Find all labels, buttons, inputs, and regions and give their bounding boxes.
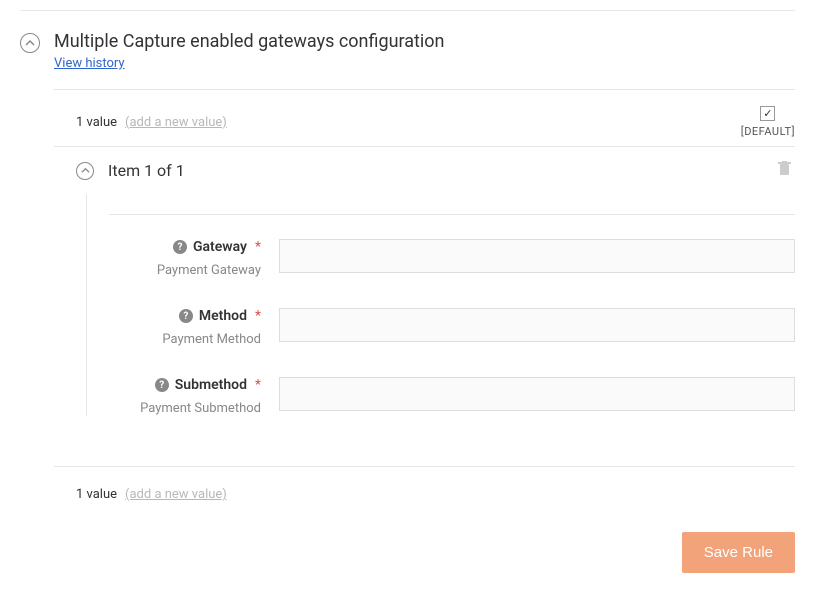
item-body: ? Gateway * Payment Gateway ? xyxy=(86,194,795,416)
view-history-link[interactable]: View history xyxy=(54,56,125,71)
default-label: [DEFAULT] xyxy=(741,125,795,138)
gateway-sublabel: Payment Gateway xyxy=(109,263,261,278)
item-title: Item 1 of 1 xyxy=(108,161,185,180)
add-value-link-top[interactable]: (add a new value) xyxy=(125,115,227,130)
section-title: Multiple Capture enabled gateways config… xyxy=(54,31,795,52)
gateway-input[interactable] xyxy=(279,239,795,273)
form-row-gateway: ? Gateway * Payment Gateway xyxy=(109,239,795,278)
form-row-submethod: ? Submethod * Payment Submethod xyxy=(109,377,795,416)
submethod-label: Submethod xyxy=(175,377,247,393)
item-divider xyxy=(109,214,795,215)
help-icon[interactable]: ? xyxy=(179,309,193,323)
value-summary-top: 1 value (add a new value) ✓ [DEFAULT] xyxy=(54,90,795,146)
item-header: Item 1 of 1 xyxy=(76,157,795,184)
collapse-section-icon[interactable] xyxy=(20,33,40,53)
required-star: * xyxy=(255,377,261,393)
collapse-item-icon[interactable] xyxy=(76,162,94,180)
help-icon[interactable]: ? xyxy=(155,378,169,392)
trash-icon[interactable] xyxy=(774,157,795,184)
default-toggle-group: ✓ [DEFAULT] xyxy=(741,106,795,138)
submethod-sublabel: Payment Submethod xyxy=(109,401,261,416)
value-count-top: 1 value xyxy=(76,115,117,130)
gateway-label: Gateway xyxy=(193,239,247,255)
save-rule-button[interactable]: Save Rule xyxy=(682,532,795,573)
help-icon[interactable]: ? xyxy=(173,240,187,254)
submethod-input[interactable] xyxy=(279,377,795,411)
required-star: * xyxy=(255,308,261,324)
required-star: * xyxy=(255,239,261,255)
section-content: Multiple Capture enabled gateways config… xyxy=(54,31,795,593)
value-count-bottom: 1 value xyxy=(76,487,117,502)
method-sublabel: Payment Method xyxy=(109,332,261,347)
add-value-link-bottom[interactable]: (add a new value) xyxy=(125,487,227,502)
config-section: Multiple Capture enabled gateways config… xyxy=(20,31,795,593)
top-divider xyxy=(20,10,795,11)
value-summary-bottom: 1 value (add a new value) xyxy=(54,467,795,512)
save-row: Save Rule xyxy=(54,512,795,593)
divider xyxy=(54,146,795,147)
default-checkbox[interactable]: ✓ xyxy=(760,106,775,121)
item-section: Item 1 of 1 ? Gateway xyxy=(76,157,795,466)
method-label: Method xyxy=(199,308,247,324)
method-input[interactable] xyxy=(279,308,795,342)
form-row-method: ? Method * Payment Method xyxy=(109,308,795,347)
